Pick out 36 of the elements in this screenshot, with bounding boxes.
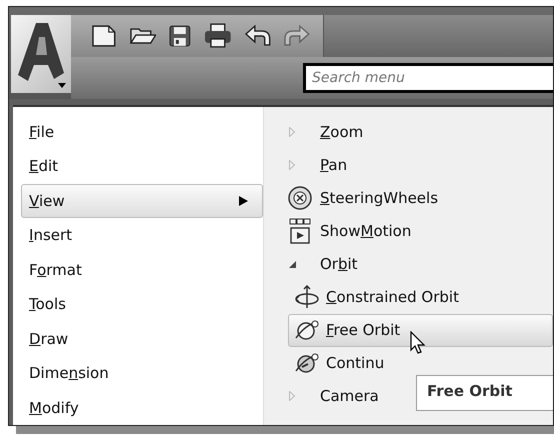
menu-item[interactable]: File: [13, 114, 263, 149]
menu-item[interactable]: Insert: [13, 218, 263, 252]
menu-item[interactable]: Format: [13, 252, 263, 287]
caret-icon: [58, 83, 66, 88]
collapse-arrow-icon: [288, 260, 296, 268]
search-field[interactable]: Search menu: [303, 62, 553, 93]
submenu-item[interactable]: Pan: [264, 148, 553, 182]
submenu-item[interactable]: Zoom: [264, 116, 553, 148]
menu-item[interactable]: Dimension: [13, 356, 263, 390]
new-file-icon[interactable]: [91, 24, 117, 48]
submenu-item[interactable]: SteeringWheels: [264, 182, 553, 214]
menu-item[interactable]: Edit: [13, 149, 263, 184]
save-icon[interactable]: [168, 24, 192, 48]
steering-wheel-icon: [287, 185, 313, 211]
menu-item[interactable]: View: [21, 184, 263, 218]
submenu-item[interactable]: ShowMotion: [264, 214, 553, 248]
application-button[interactable]: [11, 15, 71, 93]
expand-arrow-icon: [289, 127, 295, 137]
logo-icon: [18, 21, 64, 83]
menu-item[interactable]: Draw: [13, 322, 263, 356]
submenu-item[interactable]: Free Orbit: [288, 314, 553, 346]
menu-item[interactable]: Modify: [13, 390, 263, 425]
film-player-icon: [287, 218, 313, 244]
expand-arrow-icon: [289, 160, 295, 170]
orbit-axis-icon: [294, 285, 320, 309]
menu-item[interactable]: Tools: [13, 287, 263, 322]
submenu-arrow-icon: [239, 196, 248, 206]
expand-arrow-icon: [289, 391, 295, 401]
undo-icon[interactable]: [244, 25, 272, 47]
orbit-icon: [294, 318, 320, 342]
submenu-item[interactable]: Constrained Orbit: [264, 280, 553, 314]
submenu-item[interactable]: Orbit: [264, 248, 553, 280]
mouse-cursor-icon: [410, 330, 426, 354]
printer-icon[interactable]: [204, 23, 232, 49]
tooltip: Free Orbit: [416, 374, 553, 410]
orbit-icon: [294, 351, 320, 375]
